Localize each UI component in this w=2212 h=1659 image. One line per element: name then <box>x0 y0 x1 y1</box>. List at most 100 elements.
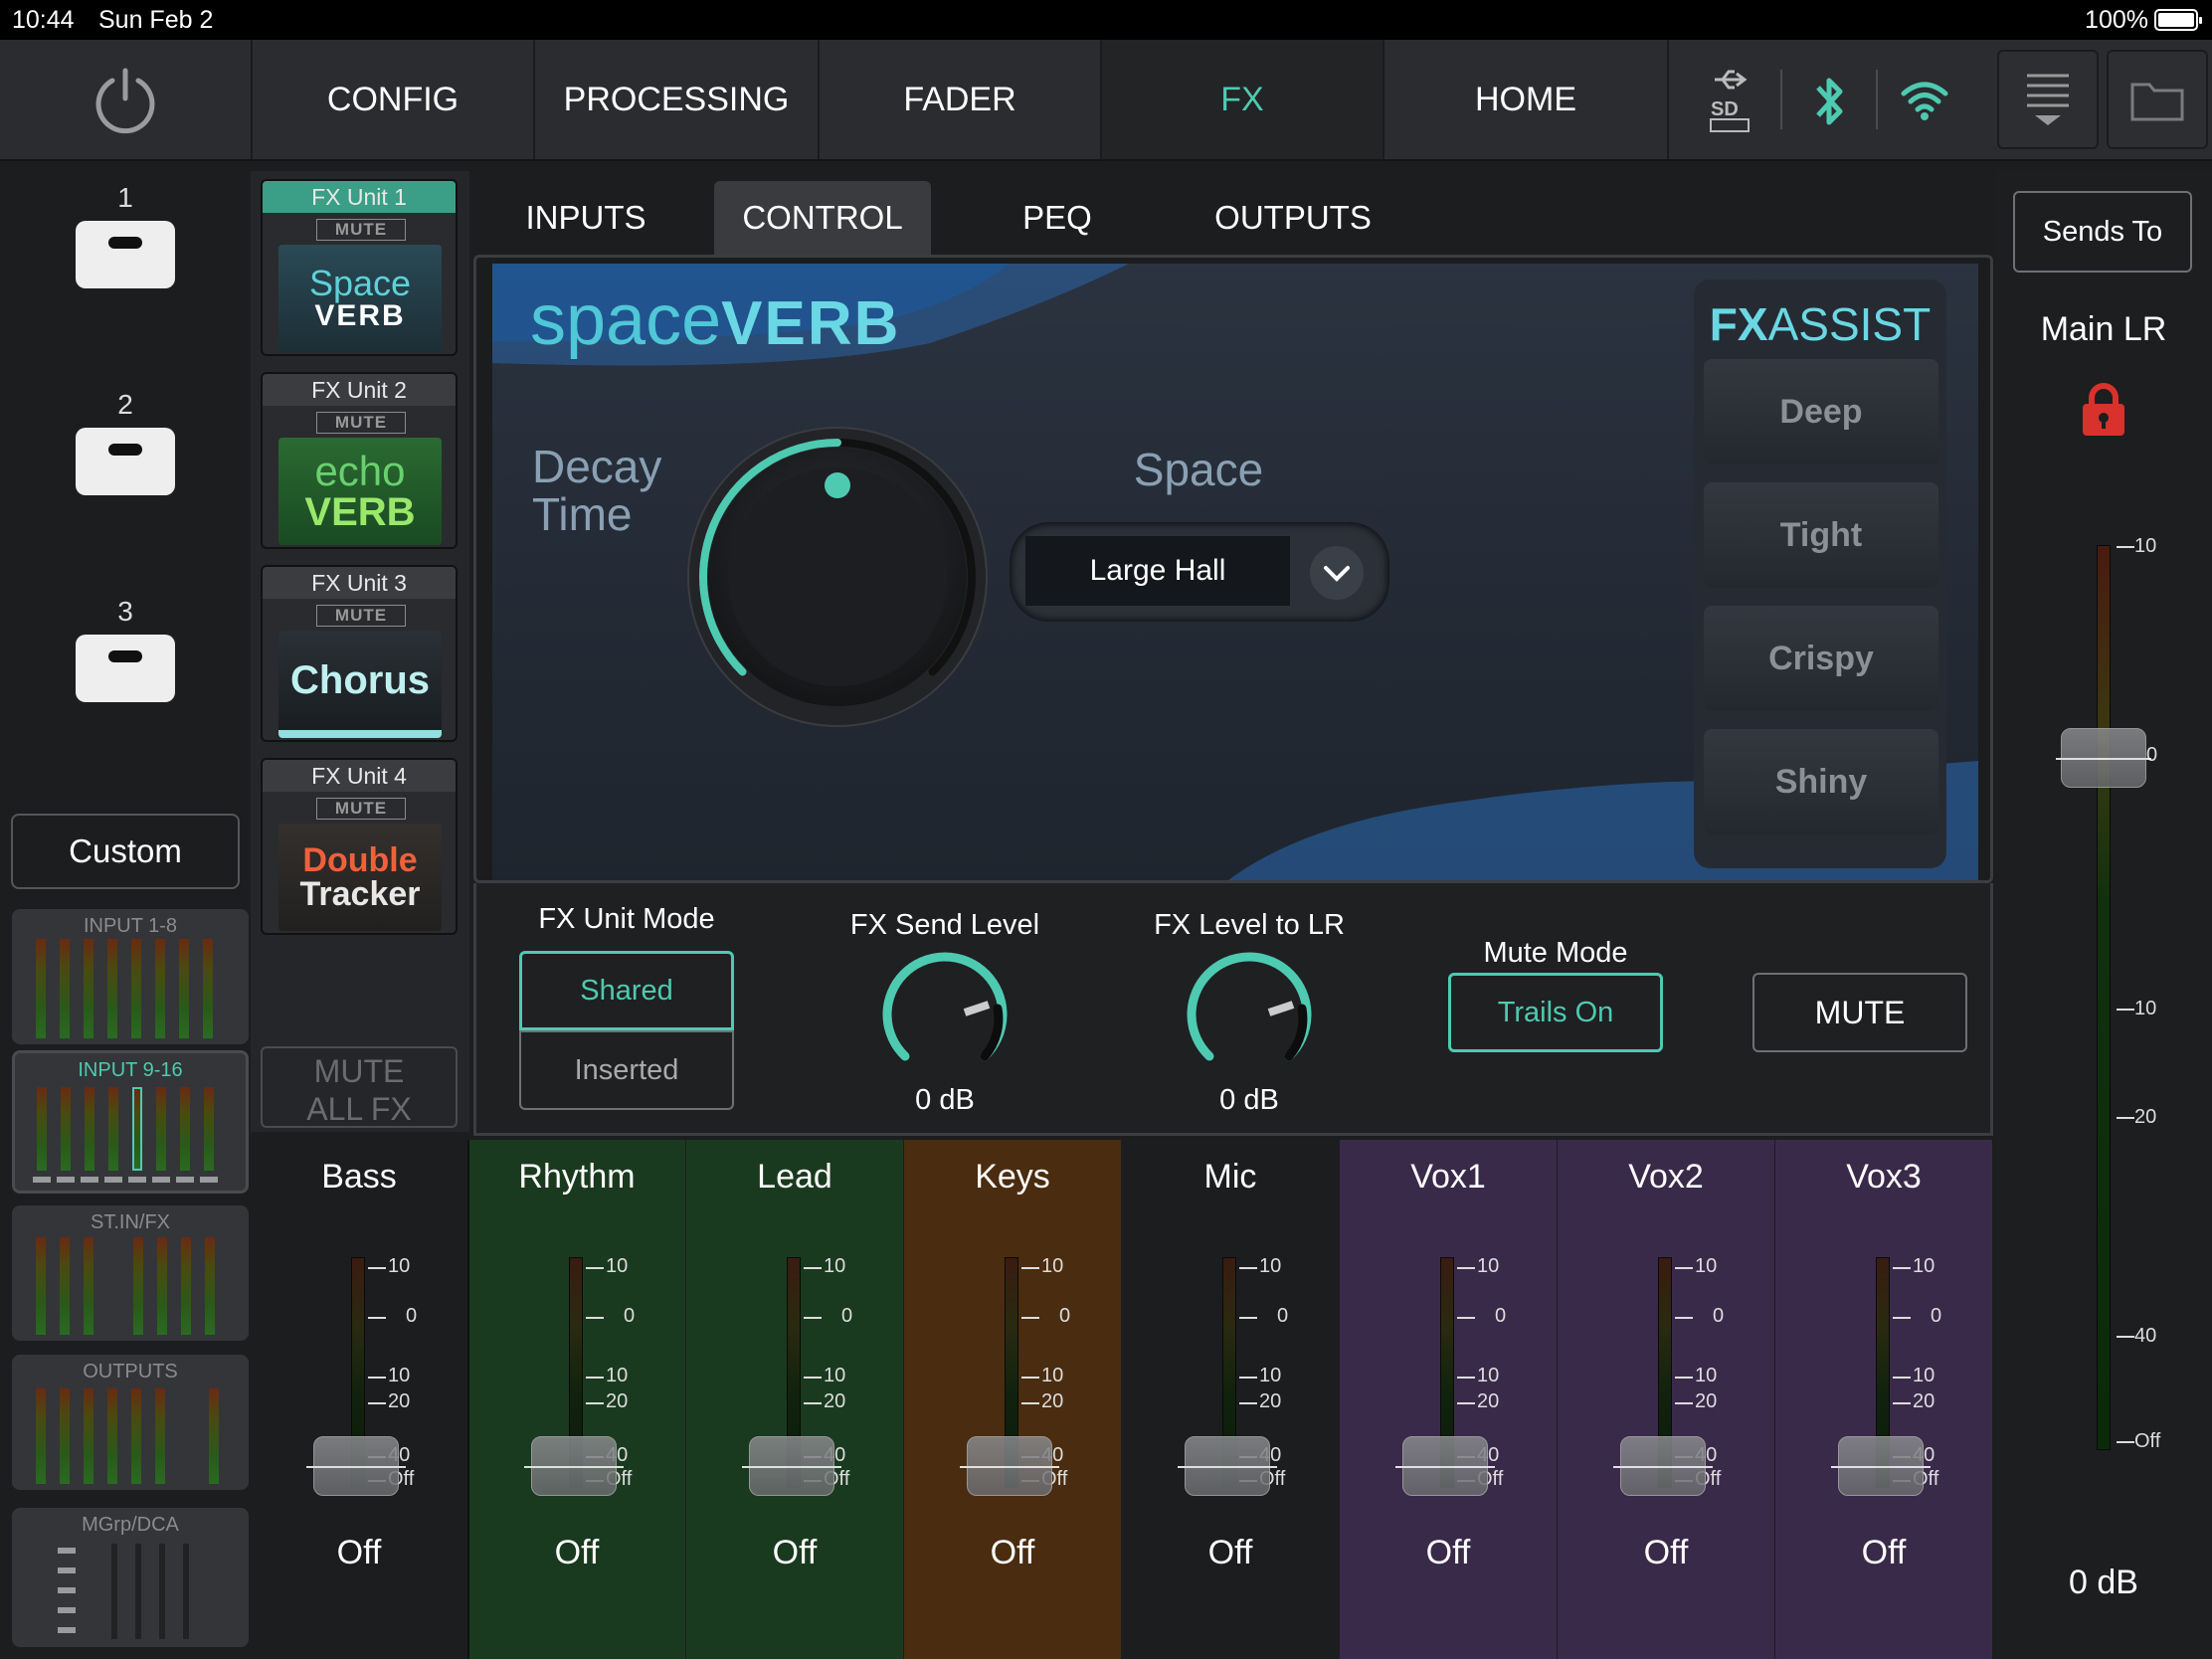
fader-scale-tick: 10 <box>1477 1365 1500 1386</box>
channel-value: Off <box>1425 1534 1471 1571</box>
fx-send-level-value: 0 dB <box>915 1084 975 1116</box>
channel-fader-cap[interactable] <box>742 1436 841 1496</box>
fader-scale-tick: 0 <box>1931 1305 1942 1327</box>
fx-unit-4[interactable]: FX Unit 4 MUTE Double Tracker <box>261 758 458 935</box>
channel-fader-cap[interactable] <box>1831 1436 1931 1496</box>
status-bar: 10:44 Sun Feb 2 100% <box>0 0 2212 40</box>
wifi-icon[interactable] <box>1900 78 1949 121</box>
fx-mute-button[interactable]: MUTE <box>1752 973 1967 1052</box>
decay-time-knob[interactable] <box>683 423 992 731</box>
channel-fader-cap[interactable] <box>1613 1436 1713 1496</box>
scene-button-1[interactable] <box>76 221 175 288</box>
channel-value: Off <box>1861 1534 1907 1571</box>
fader-scale-tick: 10 <box>1477 1255 1500 1277</box>
fx-assist-panel: FXASSIST Deep Tight Crispy Shiny <box>1694 279 1946 868</box>
fx-unit-1[interactable]: FX Unit 1 MUTE Space VERB <box>261 179 458 356</box>
scene-button-2[interactable] <box>76 428 175 495</box>
channel-name: Keys <box>975 1158 1050 1196</box>
layer-outputs[interactable]: OUTPUTS <box>12 1355 249 1490</box>
channel-value: Off <box>772 1534 818 1571</box>
main-lr-meter <box>2097 545 2111 1450</box>
space-dropdown[interactable]: Large Hall <box>1010 522 1389 622</box>
fader-scale-tick: 20 <box>1477 1390 1500 1412</box>
fx-level-lr-value: 0 dB <box>1219 1084 1279 1116</box>
fx-level-lr-knob[interactable] <box>1182 949 1317 1084</box>
channel-name: Rhythm <box>518 1158 636 1196</box>
folder-button[interactable] <box>2107 50 2208 149</box>
fader-scale-tick: 10 <box>606 1255 629 1277</box>
channel-strip-mic: Mic 10 0 10 20 40 Off Off <box>1122 1140 1339 1659</box>
custom-button[interactable]: Custom <box>11 814 240 889</box>
fader-scale-tick: 0 <box>1059 1305 1071 1327</box>
layer-st-in-fx[interactable]: ST.IN/FX <box>12 1205 249 1341</box>
subtab-outputs[interactable]: OUTPUTS <box>1184 181 1402 255</box>
layer-input-1-8[interactable]: INPUT 1-8 <box>12 909 249 1044</box>
fader-scale-tick: 20 <box>1041 1390 1064 1412</box>
svg-text:SD: SD <box>1711 98 1739 120</box>
tab-home[interactable]: HOME <box>1382 40 1667 159</box>
tab-fader[interactable]: FADER <box>818 40 1100 159</box>
fx-assist-title: FXASSIST <box>1709 298 1932 350</box>
mute-mode-label: Mute Mode <box>1483 937 1628 969</box>
fader-scale-tick: 20 <box>606 1390 629 1412</box>
fader-scale-tick: 10 <box>1041 1365 1064 1386</box>
fader-scale-tick: 10 <box>1913 1255 1936 1277</box>
double-tracker-logo: Double Tracker <box>278 824 442 931</box>
bluetooth-icon[interactable] <box>1810 70 1850 133</box>
space-value: Large Hall <box>1025 536 1290 606</box>
preset-tight-button[interactable]: Tight <box>1704 482 1938 588</box>
channel-strip-vox2: Vox2 10 0 10 20 40 Off Off <box>1558 1140 1774 1659</box>
main-lr-value: 0 dB <box>2069 1564 2138 1601</box>
channel-name: Vox2 <box>1628 1158 1704 1196</box>
lock-icon[interactable] <box>2079 382 2128 438</box>
fader-scale-tick: 10 <box>388 1365 411 1386</box>
main-lr-fader-cap[interactable] <box>2056 728 2151 788</box>
channel-fader-cap[interactable] <box>524 1436 624 1496</box>
fader-scale-tick: 0 <box>1277 1305 1289 1327</box>
layer-label: MGrp/DCA <box>82 1514 179 1536</box>
chorus-logo: Chorus <box>278 631 442 738</box>
power-button[interactable] <box>0 40 251 159</box>
tab-config[interactable]: CONFIG <box>251 40 533 159</box>
layer-label: ST.IN/FX <box>90 1211 170 1233</box>
fx-unit-2[interactable]: FX Unit 2 MUTE echo VERB <box>261 372 458 549</box>
channel-fader-cap[interactable] <box>1395 1436 1495 1496</box>
preset-deep-button[interactable]: Deep <box>1704 359 1938 464</box>
mode-inserted-button[interactable]: Inserted <box>519 1030 734 1110</box>
fader-scale-tick: 10 <box>606 1365 629 1386</box>
mute-mode-button[interactable]: Trails On <box>1448 973 1663 1052</box>
subtab-peq[interactable]: PEQ <box>961 181 1154 255</box>
fx-level-lr-label: FX Level to LR <box>1154 909 1345 941</box>
subtab-inputs[interactable]: INPUTS <box>489 181 682 255</box>
menu-list-icon <box>2027 74 2069 125</box>
fx-control-panel: spaceVERB Decay Time Space Large Hall FX… <box>473 255 1993 883</box>
fx-send-level-knob[interactable] <box>877 949 1013 1084</box>
top-nav: CONFIG PROCESSING FADER FX HOME SD <box>0 40 2212 161</box>
fx-unit-3[interactable]: FX Unit 3 MUTE Chorus <box>261 565 458 742</box>
fx-unit-mute-indicator: MUTE <box>316 798 406 820</box>
fader-scale-tick: 10 <box>1695 1255 1718 1277</box>
mute-all-fx-button[interactable]: MUTE ALL FX <box>261 1046 458 1128</box>
tab-fx[interactable]: FX <box>1100 40 1382 159</box>
channel-fader-cap[interactable] <box>1178 1436 1277 1496</box>
channel-name: Mic <box>1203 1158 1257 1196</box>
layer-mgrp-dca[interactable]: MGrp/DCA <box>12 1508 249 1647</box>
fx-unit-title: FX Unit 2 <box>263 374 456 406</box>
menu-button[interactable] <box>1997 50 2099 149</box>
preset-shiny-button[interactable]: Shiny <box>1704 729 1938 834</box>
fader-scale-tick: 20 <box>1259 1390 1282 1412</box>
layer-input-9-16[interactable]: INPUT 9-16 <box>12 1050 249 1194</box>
preset-crispy-button[interactable]: Crispy <box>1704 606 1938 711</box>
scene-button-3[interactable] <box>76 635 175 702</box>
tab-processing[interactable]: PROCESSING <box>533 40 818 159</box>
mode-shared-button[interactable]: Shared <box>519 951 734 1030</box>
fader-scale-tick: 20 <box>1913 1390 1936 1412</box>
channel-strip-vox1: Vox1 10 0 10 20 40 Off Off <box>1340 1140 1557 1659</box>
sends-to-button[interactable]: Sends To <box>2013 191 2192 273</box>
status-date: Sun Feb 2 <box>98 6 214 34</box>
fader-scale-tick: 20 <box>824 1390 846 1412</box>
subtab-control[interactable]: CONTROL <box>714 181 931 255</box>
channel-fader-cap[interactable] <box>306 1436 406 1496</box>
scene-number-2: 2 <box>117 389 133 420</box>
channel-fader-cap[interactable] <box>960 1436 1059 1496</box>
